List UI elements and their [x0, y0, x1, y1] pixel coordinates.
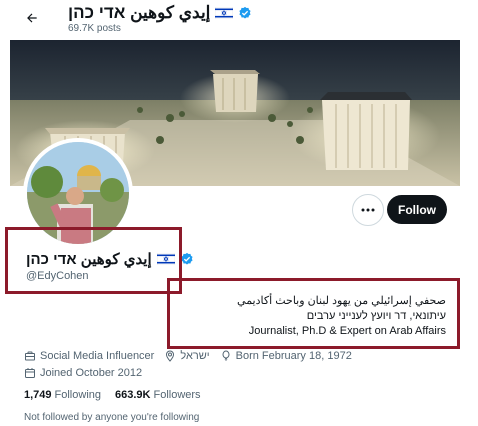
profile-stats: 1,749 Following 663.9K Followers — [24, 389, 201, 401]
header-name-row: إيدي كوهين אדי כהן — [68, 3, 252, 23]
bio-line-hebrew: עיתונאי, דר ויועץ לענייני ערבים — [306, 310, 446, 322]
meta-joined-text: Joined October 2012 — [40, 367, 143, 379]
followers-link[interactable]: 663.9K Followers — [115, 389, 201, 401]
calendar-icon — [25, 368, 35, 378]
followers-count: 663.9K — [115, 389, 151, 401]
meta-born: Born February 18, 1972 — [220, 350, 352, 362]
meta-location-text: ישראל — [180, 350, 210, 362]
briefcase-icon — [25, 351, 35, 361]
followers-label: Followers — [153, 389, 201, 401]
meta-location: ישראל — [164, 350, 210, 362]
follow-button[interactable]: Follow — [387, 195, 447, 224]
following-label: Following — [54, 389, 101, 401]
location-icon — [166, 350, 175, 362]
back-arrow-icon — [27, 13, 37, 23]
name-annotation-box — [5, 227, 182, 294]
profile-bio: صحفي إسرائيلي من يهود لبنان وباحث أكاديم… — [180, 294, 446, 339]
meta-category-text: Social Media Influencer — [40, 350, 155, 362]
back-button[interactable] — [18, 4, 46, 32]
meta-born-text: Born February 18, 1972 — [235, 350, 352, 362]
meta-joined: Joined October 2012 — [24, 367, 142, 379]
bio-line-english: Journalist, Ph.D & Expert on Arab Affair… — [248, 325, 446, 337]
profile-header: إيدي كوهين אדי כהן 69.7K posts — [0, 0, 478, 40]
profile-meta-row-2: Joined October 2012 — [24, 367, 152, 379]
profile-meta-row: Social Media Influencer ישראל Born Febru… — [24, 350, 362, 362]
israel-flag-icon — [215, 7, 234, 19]
following-count: 1,749 — [24, 389, 52, 401]
more-icon — [361, 208, 375, 212]
verified-badge-icon — [239, 6, 251, 19]
meta-category: Social Media Influencer — [24, 350, 154, 362]
following-link[interactable]: 1,749 Following — [24, 389, 101, 401]
more-button[interactable] — [352, 194, 384, 226]
header-display-name: إيدي كوهين אדי כהן — [68, 3, 211, 22]
not-followed-notice: Not followed by anyone you're following — [24, 412, 200, 423]
bio-line-arabic: صحفي إسرائيلي من يهود لبنان وباحث أكاديم… — [237, 295, 446, 307]
balloon-icon — [222, 350, 230, 361]
posts-count: 69.7K posts — [68, 23, 121, 34]
